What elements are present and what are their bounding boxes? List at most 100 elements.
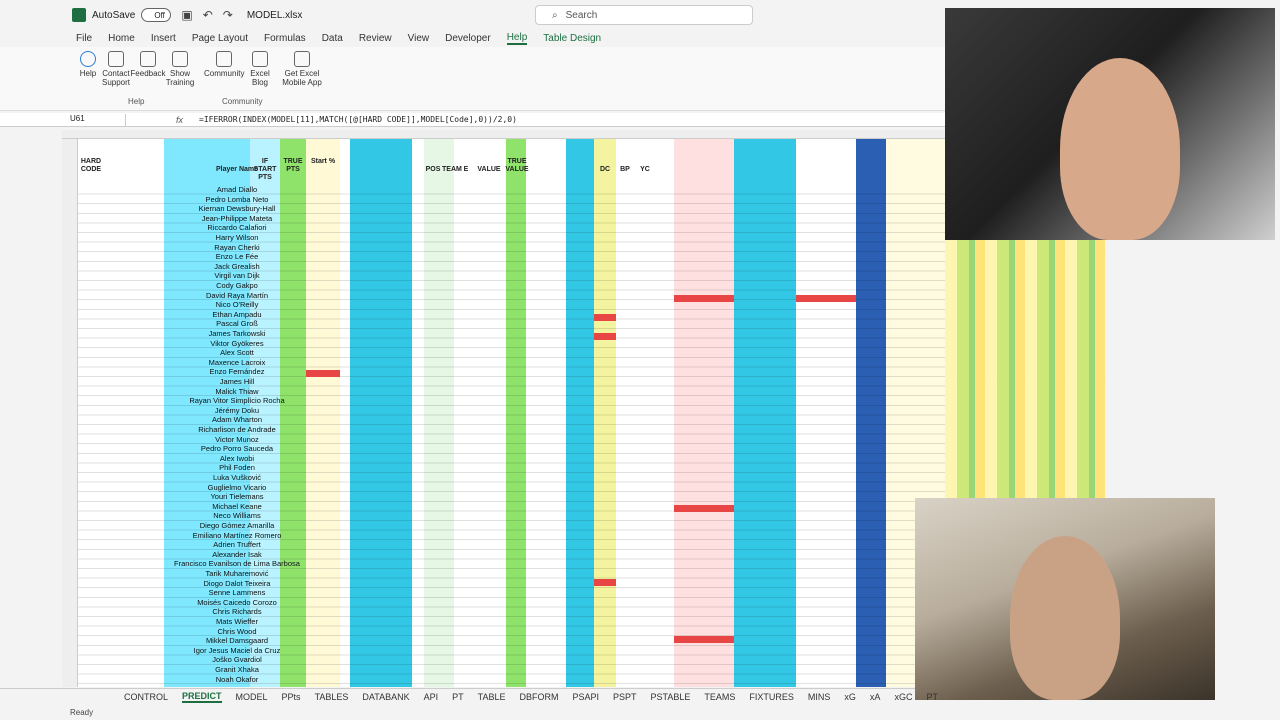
- player-name-cell[interactable]: Rayan Vitor Simplício Rocha: [164, 396, 310, 405]
- community-button[interactable]: Community: [204, 51, 244, 78]
- player-name-cell[interactable]: Adrien Truffert: [164, 540, 310, 549]
- player-name-cell[interactable]: Diogo Dalot Teixeira: [164, 579, 310, 588]
- player-name-cell[interactable]: Joško Gvardiol: [164, 655, 310, 664]
- redo-icon[interactable]: ↷: [223, 8, 233, 22]
- player-name-cell[interactable]: Cody Gakpo: [164, 281, 310, 290]
- player-name-cell[interactable]: Victor Munoz: [164, 435, 310, 444]
- menu-table-design[interactable]: Table Design: [543, 33, 601, 44]
- sheet-tab[interactable]: TABLE: [478, 692, 506, 702]
- player-name-cell[interactable]: Enzo Le Fée: [164, 252, 310, 261]
- excel-blog-button[interactable]: Excel Blog: [242, 51, 278, 87]
- sheet-tab[interactable]: PSTABLE: [651, 692, 691, 702]
- sheet-tab[interactable]: CONTROL: [124, 692, 168, 702]
- show-training-button[interactable]: Show Training: [162, 51, 198, 87]
- save-icon[interactable]: ▣: [181, 8, 192, 22]
- sheet-tab[interactable]: xGC: [894, 692, 912, 702]
- player-name-cell[interactable]: Michael Keane: [164, 502, 310, 511]
- player-name-cell[interactable]: Senne Lammens: [164, 588, 310, 597]
- player-name-cell[interactable]: David Raya Martín: [164, 291, 310, 300]
- sheet-tab[interactable]: xG: [844, 692, 856, 702]
- player-name-cell[interactable]: Jean-Philippe Mateta: [164, 214, 310, 223]
- player-name-cell[interactable]: Mikkel Damsgaard: [164, 636, 310, 645]
- player-name-cell[interactable]: Kiernan Dewsbury-Hall: [164, 204, 310, 213]
- player-name-cell[interactable]: Diego Gómez Amarilla: [164, 521, 310, 530]
- player-name-cell[interactable]: Viktor Gyökeres: [164, 339, 310, 348]
- player-name-cell[interactable]: Harry Wilson: [164, 233, 310, 242]
- search-input[interactable]: ⌕ Search: [535, 5, 753, 25]
- player-name-cell[interactable]: Pedro Lomba Neto: [164, 195, 310, 204]
- menu-help[interactable]: Help: [506, 32, 528, 45]
- player-name-cell[interactable]: Moisés Caicedo Corozo: [164, 598, 310, 607]
- player-name-cell[interactable]: Ethan Ampadu: [164, 310, 310, 319]
- feedback-button[interactable]: Feedback: [130, 51, 166, 78]
- player-name-cell[interactable]: Alex Scott: [164, 348, 310, 357]
- player-name-cell[interactable]: Rayan Cherki: [164, 243, 310, 252]
- menu-developer[interactable]: Developer: [445, 33, 491, 44]
- undo-icon[interactable]: ↶: [203, 8, 213, 22]
- player-name-cell[interactable]: Nico O'Reilly: [164, 300, 310, 309]
- player-name-cell[interactable]: Amad Diallo: [164, 185, 310, 194]
- player-name-cell[interactable]: Guglielmo Vicario: [164, 483, 310, 492]
- sheet-tab[interactable]: MODEL: [236, 692, 268, 702]
- menu-formulas[interactable]: Formulas: [264, 33, 306, 44]
- menu-home[interactable]: Home: [108, 33, 135, 44]
- sheet-tab[interactable]: MINS: [808, 692, 831, 702]
- status-ready: Ready: [70, 708, 94, 717]
- player-name-cell[interactable]: James Hill: [164, 377, 310, 386]
- sheet-tab[interactable]: TABLES: [315, 692, 349, 702]
- player-name-cell[interactable]: Granit Xhaka: [164, 665, 310, 674]
- sheet-tab[interactable]: PT: [452, 692, 464, 702]
- sheet-tab[interactable]: TEAMS: [704, 692, 735, 702]
- name-box[interactable]: U61: [0, 113, 126, 126]
- player-name-cell[interactable]: Igor Jesus Maciel da Cruz: [164, 646, 310, 655]
- player-name-cell[interactable]: Phil Foden: [164, 463, 310, 472]
- menu-review[interactable]: Review: [359, 33, 392, 44]
- player-name-cell[interactable]: James Tarkowski: [164, 329, 310, 338]
- player-name-cell[interactable]: Neco Williams: [164, 511, 310, 520]
- player-name-cell[interactable]: Pascal Groß: [164, 319, 310, 328]
- player-name-cell[interactable]: Maxence Lacroix: [164, 358, 310, 367]
- player-name-cell[interactable]: Chris Wood: [164, 627, 310, 636]
- player-name-cell[interactable]: Adam Wharton: [164, 415, 310, 424]
- menu-insert[interactable]: Insert: [151, 33, 176, 44]
- player-name-cell[interactable]: Francisco Evanilson de Lima Barbosa: [164, 559, 310, 568]
- sheet-tab[interactable]: xA: [870, 692, 881, 702]
- player-name-cell[interactable]: Emiliano Martínez Romero: [164, 531, 310, 540]
- player-name-cell[interactable]: Malick Thiaw: [164, 387, 310, 396]
- player-name-cell[interactable]: Youri Tielemans: [164, 492, 310, 501]
- player-name-cell[interactable]: Richarlison de Andrade: [164, 425, 310, 434]
- mobile-app-button[interactable]: Get Excel Mobile App: [280, 51, 324, 87]
- formula-input[interactable]: =IFERROR(INDEX(MODEL[11],MATCH([@[HARD C…: [199, 115, 517, 124]
- sheet-tab[interactable]: DATABANK: [362, 692, 409, 702]
- player-name-cell[interactable]: Alexander Isak: [164, 550, 310, 559]
- contact-support-button[interactable]: Contact Support: [98, 51, 134, 87]
- fx-icon[interactable]: fx: [176, 115, 183, 125]
- player-name-cell[interactable]: Tarik Muharemović: [164, 569, 310, 578]
- sheet-tab[interactable]: PSAPI: [572, 692, 599, 702]
- sheet-tab[interactable]: PSPT: [613, 692, 637, 702]
- player-name-cell[interactable]: Enzo Fernández: [164, 367, 310, 376]
- sheet-tab[interactable]: PPts: [282, 692, 301, 702]
- player-name-cell[interactable]: Noah Okafor: [164, 675, 310, 684]
- training-icon: [172, 51, 188, 67]
- player-name-cell[interactable]: Jérémy Doku: [164, 406, 310, 415]
- player-name-cell[interactable]: Virgil van Dijk: [164, 271, 310, 280]
- sheet-tab[interactable]: FIXTURES: [749, 692, 794, 702]
- player-name-cell[interactable]: Riccardo Calafiori: [164, 223, 310, 232]
- player-name-cell[interactable]: Pedro Porro Sauceda: [164, 444, 310, 453]
- sheet-tab-active[interactable]: PREDICT: [182, 691, 222, 703]
- sheet-tab[interactable]: DBFORM: [519, 692, 558, 702]
- menu-file[interactable]: File: [76, 33, 92, 44]
- menu-data[interactable]: Data: [322, 33, 343, 44]
- player-name-cell[interactable]: Alex Iwobi: [164, 454, 310, 463]
- sheet-tab[interactable]: API: [424, 692, 439, 702]
- player-name-cell[interactable]: Mats Wieffer: [164, 617, 310, 626]
- menu-view[interactable]: View: [408, 33, 430, 44]
- spreadsheet-grid[interactable]: HARD CODE Player Name IF START PTS TRUE …: [62, 130, 945, 687]
- player-name-cell[interactable]: Jack Grealish: [164, 262, 310, 271]
- autosave-toggle[interactable]: Off: [141, 8, 172, 22]
- sheet-tab[interactable]: PT: [926, 692, 938, 702]
- player-name-cell[interactable]: Chris Richards: [164, 607, 310, 616]
- player-name-cell[interactable]: Luka Vušković: [164, 473, 310, 482]
- menu-page-layout[interactable]: Page Layout: [192, 33, 248, 44]
